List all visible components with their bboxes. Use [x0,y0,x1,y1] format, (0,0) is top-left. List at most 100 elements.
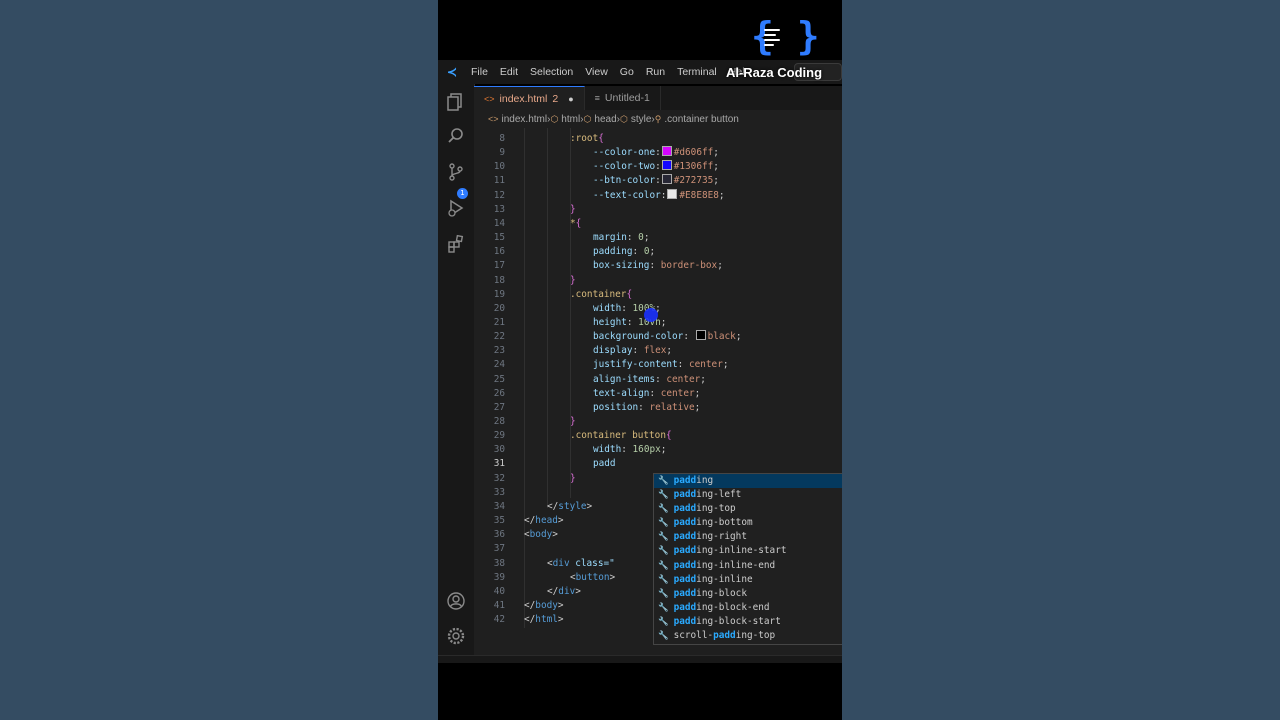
line-number: 29 [493,430,505,442]
code-token: { [626,288,633,300]
code-line[interactable]: 31 padd [474,457,842,471]
code-text: text-align: center; [593,387,700,401]
channel-logo: { } [438,0,842,60]
code-line[interactable]: 17 box-sizing: border-box; [474,259,842,273]
suggestion-item[interactable]: 🔧 padding-block [654,587,842,601]
code-line[interactable]: 20width: 100%; [474,302,842,316]
property-wrench-icon: 🔧 [658,560,669,571]
suggestion-rest: ing-top [735,630,776,642]
suggestion-item[interactable]: 🔧 padding-top [654,502,842,516]
suggestion-item[interactable]: 🔧 padding-right [654,530,842,544]
line-number: 37 [493,543,505,555]
code-line[interactable]: 23 display: flex; [474,344,842,358]
code-line[interactable]: 27 position: relative; [474,401,842,415]
search-icon[interactable] [445,126,467,148]
breadcrumb-style[interactable]: ⬡ style [620,114,651,125]
suggestion-match: padd [673,601,697,613]
code-line[interactable]: 11 --btn-color: #272735; [474,174,842,188]
code-token: position [593,401,639,413]
code-line[interactable]: 30 width: 160px; [474,443,842,457]
code-line[interactable]: 19 .container{ [474,288,842,302]
line-number: 32 [493,472,505,484]
menu-selection[interactable]: Selection [525,66,580,78]
suggestion-item[interactable]: 🔧 padding-inline [654,573,842,587]
suggestion-item[interactable]: 🔧 padding [654,474,842,489]
code-line[interactable]: 21 height: 10vh; [474,316,842,330]
activity-bar: 1 [438,84,475,660]
color-swatch[interactable] [695,330,706,341]
files-icon[interactable] [445,92,467,114]
suggestion-item[interactable]: 🔧 padding-block-start [654,615,842,629]
color-swatch[interactable] [661,174,672,185]
extensions-icon[interactable] [445,234,467,256]
code-line[interactable]: 24 justify-content: center; [474,358,842,372]
suggestion-rest: ing-inline-end [696,559,776,571]
settings-gear-icon[interactable] [445,626,467,648]
color-swatch[interactable] [661,146,672,157]
line-number: 21 [493,316,505,328]
code-token: : [655,161,661,173]
code-editor[interactable]: 8:root{9 --color-one: #d606ff; 10 --color-tw… [474,128,842,655]
code-line[interactable]: 29 .container button{ [474,429,842,443]
source-control-icon[interactable] [445,162,467,184]
line-number: 22 [493,331,505,343]
code-token: : [683,331,695,343]
code-line[interactable]: 15 margin: 0; [474,231,842,245]
unsaved-dot-icon[interactable]: ● [568,94,573,104]
property-wrench-icon: 🔧 [658,546,669,557]
code-line[interactable]: 9 --color-one: #d606ff; [474,146,842,160]
code-token: ; [649,246,656,258]
menu-file[interactable]: File [466,66,495,78]
suggestion-item[interactable]: 🔧 padding-left [654,488,842,502]
code-line[interactable]: 28} [474,415,842,429]
menu-view[interactable]: View [580,66,615,78]
code-token: --text-color [593,189,661,201]
code-text: </div> [547,585,581,599]
tab-untitled-1[interactable]: ≡ Untitled-1 [585,86,661,110]
color-swatch[interactable] [667,188,678,199]
menu-run[interactable]: Run [641,66,672,78]
suggestion-match: padd [673,517,697,529]
code-line[interactable]: 12 --text-color: #E8E8E8; [474,188,842,203]
line-number: 35 [493,515,505,527]
code-line[interactable]: 18} [474,274,842,288]
suggestion-match: padd [713,630,736,642]
code-line[interactable]: 10 --color-two: #1306ff; [474,160,842,174]
code-line[interactable]: 26 text-align: center; [474,387,842,401]
code-line[interactable]: 14 *{ [474,217,842,231]
suggestion-item[interactable]: 🔧 scroll-padding-top [654,629,842,643]
code-line[interactable]: 25 align-items: center; [474,373,842,387]
code-line[interactable]: 13} [474,203,842,217]
run-debug-icon[interactable] [445,198,467,220]
breadcrumb-file[interactable]: <> index.html [488,114,547,125]
color-swatch[interactable] [661,160,672,171]
suggestion-item[interactable]: 🔧 padding-inline-start [654,544,842,558]
code-token: ; [722,359,729,371]
line-number: 34 [493,500,505,512]
account-icon[interactable] [445,591,467,613]
code-text: *{ [570,217,581,231]
line-number: 15 [493,232,505,244]
suggestion-item[interactable]: 🔧 padding-inline-end [654,559,842,573]
tab-index-html[interactable]: <> index.html 2 ● [474,86,585,111]
code-token: : [677,359,689,371]
breadcrumb-html[interactable]: ⬡ html [550,114,580,125]
code-token: { [575,217,582,229]
code-line[interactable]: 22 background-color: black; [474,330,842,344]
suggestion-item[interactable]: 🔧 padding-block-end [654,601,842,615]
code-text: margin: 0; [593,231,649,245]
code-token: box-sizing [593,260,650,272]
code-token: : [632,246,644,258]
line-number: 17 [493,260,505,272]
code-line[interactable]: 8:root{ [474,132,842,146]
code-token: ; [666,345,673,357]
code-token: align-items [593,373,656,385]
suggestion-rest: ing-block-start [696,615,781,627]
breadcrumb-head[interactable]: ⬡ head [584,114,617,125]
code-line[interactable]: 16 padding: 0; [474,245,842,259]
menu-go[interactable]: Go [615,66,641,78]
suggestion-item[interactable]: 🔧 padding-bottom [654,516,842,530]
breadcrumb-selector[interactable]: ⚲ .container button [655,114,739,125]
menu-edit[interactable]: Edit [495,66,525,78]
code-text: .container{ [570,288,632,302]
